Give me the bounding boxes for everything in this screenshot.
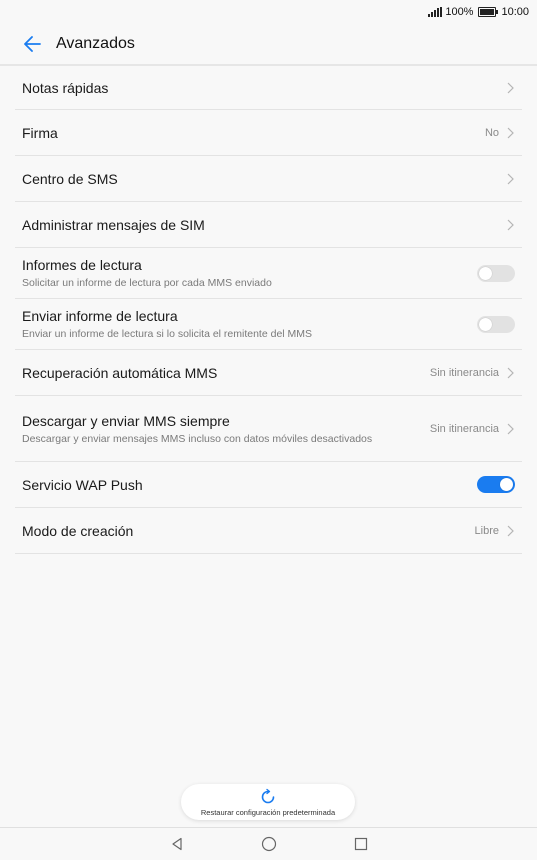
read-reports-toggle[interactable] xyxy=(477,264,515,282)
battery-percent: 100% xyxy=(445,6,474,18)
back-button[interactable] xyxy=(18,30,46,58)
setting-value: Sin itinerancia xyxy=(429,366,499,379)
setting-quick-notes[interactable]: Notas rápidas xyxy=(15,66,522,110)
chevron-right-icon xyxy=(505,366,515,380)
setting-title: Modo de creación xyxy=(22,522,134,539)
setting-subtitle: Descargar y enviar mensajes MMS incluso … xyxy=(22,432,373,445)
chevron-right-icon xyxy=(505,172,515,186)
battery-icon xyxy=(478,7,499,17)
setting-subtitle: Enviar un informe de lectura si lo solic… xyxy=(22,328,313,340)
page-title: Avanzados xyxy=(56,35,135,52)
setting-read-reports: Informes de lectura Solicitar un informe… xyxy=(15,248,522,299)
setting-title: Notas rápidas xyxy=(22,79,109,96)
setting-value: Libre xyxy=(474,524,499,537)
setting-value: No xyxy=(484,126,499,139)
signal-icon xyxy=(428,7,443,17)
nav-back-button[interactable] xyxy=(167,834,187,854)
setting-signature[interactable]: Firma No xyxy=(15,110,522,156)
setting-title: Recuperación automática MMS xyxy=(22,364,218,381)
setting-title: Firma xyxy=(22,124,58,141)
chevron-right-icon xyxy=(505,81,515,95)
triangle-back-icon xyxy=(171,837,182,851)
chevron-right-icon xyxy=(505,218,515,232)
arrow-left-icon xyxy=(24,36,41,52)
setting-creation-mode[interactable]: Modo de creación Libre xyxy=(15,508,522,554)
chevron-right-icon xyxy=(505,524,515,538)
setting-wap-push: Servicio WAP Push xyxy=(15,462,522,508)
setting-title: Informes de lectura xyxy=(22,257,142,273)
setting-title: Administrar mensajes de SIM xyxy=(22,216,205,233)
restore-defaults-button[interactable]: Restaurar configuración predeterminada xyxy=(181,784,355,820)
app-bar: Avanzados xyxy=(0,24,537,66)
setting-mms-always[interactable]: Descargar y enviar MMS siempre Descargar… xyxy=(15,396,522,462)
settings-list: Notas rápidas Firma No Centro de SMS Adm… xyxy=(15,66,522,554)
circle-home-icon xyxy=(261,836,276,852)
refresh-icon xyxy=(261,788,275,803)
setting-title: Descargar y enviar MMS siempre xyxy=(22,412,230,429)
chevron-right-icon xyxy=(505,126,515,140)
square-recents-icon xyxy=(354,837,367,851)
nav-home-button[interactable] xyxy=(259,834,279,854)
setting-subtitle: Solicitar un informe de lectura por cada… xyxy=(22,277,272,289)
setting-sim-messages[interactable]: Administrar mensajes de SIM xyxy=(15,202,522,248)
setting-title: Enviar informe de lectura xyxy=(22,308,178,324)
send-read-report-toggle[interactable] xyxy=(477,315,515,333)
status-bar: 100% 10:00 xyxy=(0,0,537,24)
setting-title: Centro de SMS xyxy=(22,170,118,187)
setting-sms-center[interactable]: Centro de SMS xyxy=(15,156,522,202)
clock: 10:00 xyxy=(501,6,529,18)
setting-value: Sin itinerancia xyxy=(429,422,499,435)
setting-title: Servicio WAP Push xyxy=(22,476,143,493)
setting-mms-auto-retrieve[interactable]: Recuperación automática MMS Sin itineran… xyxy=(15,350,522,396)
restore-defaults-label: Restaurar configuración predeterminada xyxy=(200,807,336,817)
nav-recents-button[interactable] xyxy=(351,834,371,854)
system-nav-bar xyxy=(0,827,537,860)
setting-send-read-report: Enviar informe de lectura Enviar un info… xyxy=(15,299,522,350)
chevron-right-icon xyxy=(505,422,515,436)
wap-push-toggle[interactable] xyxy=(477,476,515,493)
